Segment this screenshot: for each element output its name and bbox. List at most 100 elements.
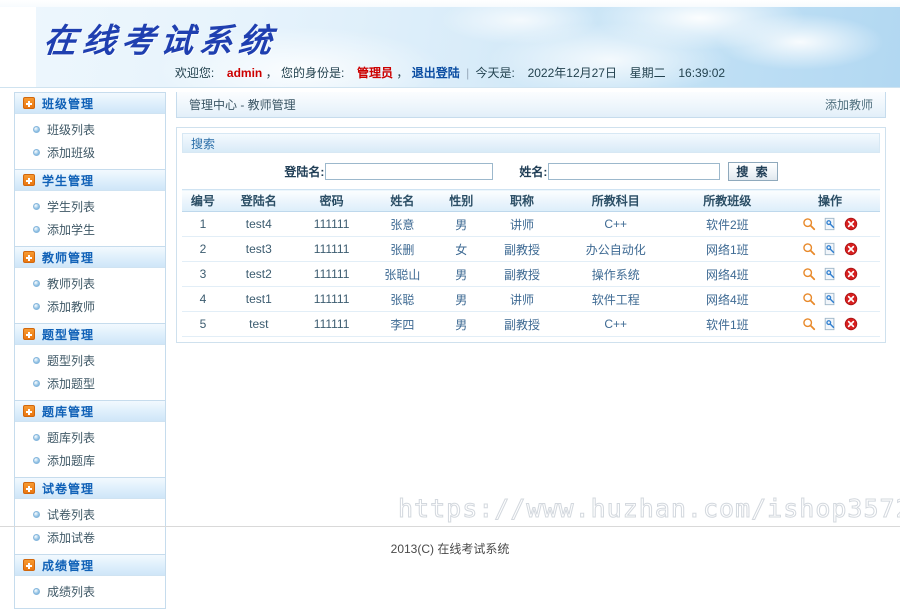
sidebar-group-label: 学生管理 bbox=[42, 173, 95, 188]
view-icon[interactable] bbox=[802, 292, 816, 306]
search-button[interactable]: 搜 索 bbox=[728, 161, 778, 181]
cell-gender: 女 bbox=[435, 236, 488, 262]
login-name-label: 登陆名: bbox=[284, 164, 325, 179]
row-action-group bbox=[781, 317, 879, 331]
breadcrumb-bar: 管理中心 - 教师管理 添加教师 bbox=[176, 92, 886, 118]
bullet-icon bbox=[33, 303, 40, 310]
view-icon[interactable] bbox=[802, 242, 816, 256]
table-row: 2 test3 111111 张删女副教授 办公自动化 网络1班 bbox=[182, 236, 880, 262]
sidebar-submenu: 学生列表 添加学生 bbox=[15, 191, 165, 246]
delete-icon[interactable] bbox=[844, 317, 858, 331]
cell-id: 2 bbox=[182, 236, 224, 262]
sidebar-group-4[interactable]: 题型管理 bbox=[15, 323, 165, 345]
cell-gender: 男 bbox=[435, 286, 488, 312]
sidebar-item[interactable]: 成绩列表 bbox=[15, 580, 165, 603]
column-header: 性别 bbox=[435, 189, 488, 212]
sidebar-group-label: 题型管理 bbox=[42, 327, 95, 342]
cell-id: 5 bbox=[182, 311, 224, 337]
add-teacher-link[interactable]: 添加教师 bbox=[825, 96, 873, 113]
cell-title: 讲师 bbox=[487, 211, 557, 237]
sidebar-item-label: 试卷列表 bbox=[47, 508, 96, 522]
sidebar-group-label: 教师管理 bbox=[42, 250, 95, 265]
cell-classes: 软件1班 bbox=[674, 311, 781, 337]
row-action-group bbox=[781, 292, 879, 306]
sidebar-item-label: 班级列表 bbox=[47, 123, 96, 137]
column-header: 编号 bbox=[182, 189, 224, 212]
view-icon[interactable] bbox=[802, 317, 816, 331]
cell-id: 4 bbox=[182, 286, 224, 312]
cell-actions bbox=[780, 286, 880, 312]
sidebar-item[interactable]: 添加题库 bbox=[15, 449, 165, 472]
sidebar-group-2[interactable]: 学生管理 bbox=[15, 169, 165, 191]
sidebar-item[interactable]: 添加学生 bbox=[15, 218, 165, 241]
page-footer: 2013(C) 在线考试系统 bbox=[0, 526, 900, 557]
edit-icon[interactable] bbox=[823, 242, 837, 256]
edit-icon[interactable] bbox=[823, 267, 837, 281]
cell-login: test2 bbox=[223, 261, 294, 287]
cell-classes: 网络4班 bbox=[674, 286, 781, 312]
table-header-row: 编号 登陆名 密码 姓名 性别 职称 所教科目 所教班级 操作 bbox=[182, 189, 880, 212]
column-header: 所教班级 bbox=[674, 189, 781, 212]
view-icon[interactable] bbox=[802, 267, 816, 281]
sidebar-group-6[interactable]: 试卷管理 bbox=[15, 477, 165, 499]
delete-icon[interactable] bbox=[844, 217, 858, 231]
welcome-bar: 欢迎您: admin ， 您的身份是: 管理员 ， 退出登陆 | 今天是: 20… bbox=[0, 64, 900, 81]
today-label: 今天是: bbox=[475, 66, 515, 80]
cell-name: 张意 bbox=[369, 211, 436, 237]
login-name-input[interactable] bbox=[325, 162, 494, 180]
sidebar-item[interactable]: 添加班级 bbox=[15, 141, 165, 164]
sidebar-item-label: 教师列表 bbox=[47, 277, 96, 291]
table-row: 1 test4 111111 张意男讲师 C++ 软件2班 bbox=[182, 211, 880, 237]
cell-login: test bbox=[223, 311, 294, 337]
view-icon[interactable] bbox=[802, 217, 816, 231]
sidebar-group-1[interactable]: 班级管理 bbox=[15, 92, 165, 114]
sidebar-item[interactable]: 添加题型 bbox=[15, 372, 165, 395]
plus-icon bbox=[23, 559, 35, 571]
edit-icon[interactable] bbox=[823, 217, 837, 231]
bullet-icon bbox=[33, 280, 40, 287]
sidebar-group-3[interactable]: 教师管理 bbox=[15, 246, 165, 268]
cell-classes: 网络4班 bbox=[674, 261, 781, 287]
edit-icon[interactable] bbox=[823, 317, 837, 331]
delete-icon[interactable] bbox=[844, 292, 858, 306]
cell-gender: 男 bbox=[435, 311, 488, 337]
sidebar-submenu: 题型列表添加题型 bbox=[15, 345, 165, 400]
delete-icon[interactable] bbox=[844, 267, 858, 281]
column-header: 所教科目 bbox=[556, 189, 675, 212]
bullet-icon bbox=[33, 357, 40, 364]
sidebar-item[interactable]: 学生列表 bbox=[15, 195, 165, 218]
cell-password: 111111 bbox=[293, 211, 370, 237]
sidebar-item-label: 添加题型 bbox=[47, 377, 96, 391]
bullet-icon bbox=[33, 149, 40, 156]
edit-icon[interactable] bbox=[823, 292, 837, 306]
plus-icon bbox=[23, 174, 35, 186]
name-input[interactable] bbox=[548, 162, 721, 180]
sidebar-group-5[interactable]: 题库管理 bbox=[15, 400, 165, 422]
table-body: 1 test4 111111 张意男讲师 C++ 软件2班 2 test3 111111 张删女副… bbox=[182, 211, 880, 337]
sidebar-item[interactable]: 班级列表 bbox=[15, 118, 165, 141]
plus-icon bbox=[23, 405, 35, 417]
cell-name: 张删 bbox=[369, 236, 436, 262]
today-date: 2022年12月27日 bbox=[527, 66, 617, 80]
delete-icon[interactable] bbox=[844, 242, 858, 256]
bullet-icon bbox=[33, 203, 40, 210]
sidebar-item[interactable]: 题型列表 bbox=[15, 349, 165, 372]
site-banner: 在线考试系统 欢迎您: admin ， 您的身份是: 管理员 ， 退出登陆 | … bbox=[0, 0, 900, 88]
sidebar-item[interactable]: 题库列表 bbox=[15, 426, 165, 449]
sidebar-item[interactable]: 添加教师 bbox=[15, 295, 165, 318]
sidebar-group-7[interactable]: 成绩管理 bbox=[15, 554, 165, 576]
cell-id: 3 bbox=[182, 261, 224, 287]
comma-1: ， bbox=[265, 66, 278, 80]
sidebar-item[interactable]: 试卷列表 bbox=[15, 503, 165, 526]
sidebar-group-label: 试卷管理 bbox=[42, 481, 95, 496]
cell-password: 111111 bbox=[293, 286, 370, 312]
sidebar-submenu: 题库列表 添加题库 bbox=[15, 422, 165, 477]
column-header: 姓名 bbox=[369, 189, 436, 212]
sidebar-item[interactable]: 教师列表 bbox=[15, 272, 165, 295]
bullet-icon bbox=[33, 380, 40, 387]
logout-link[interactable]: 退出登陆 bbox=[412, 66, 460, 80]
plus-icon bbox=[23, 97, 35, 109]
identity-label: 您的身份是: bbox=[280, 66, 345, 80]
search-form: 登陆名: 姓名: 搜 索 bbox=[182, 153, 880, 189]
cell-subject: 操作系统 bbox=[556, 261, 675, 287]
